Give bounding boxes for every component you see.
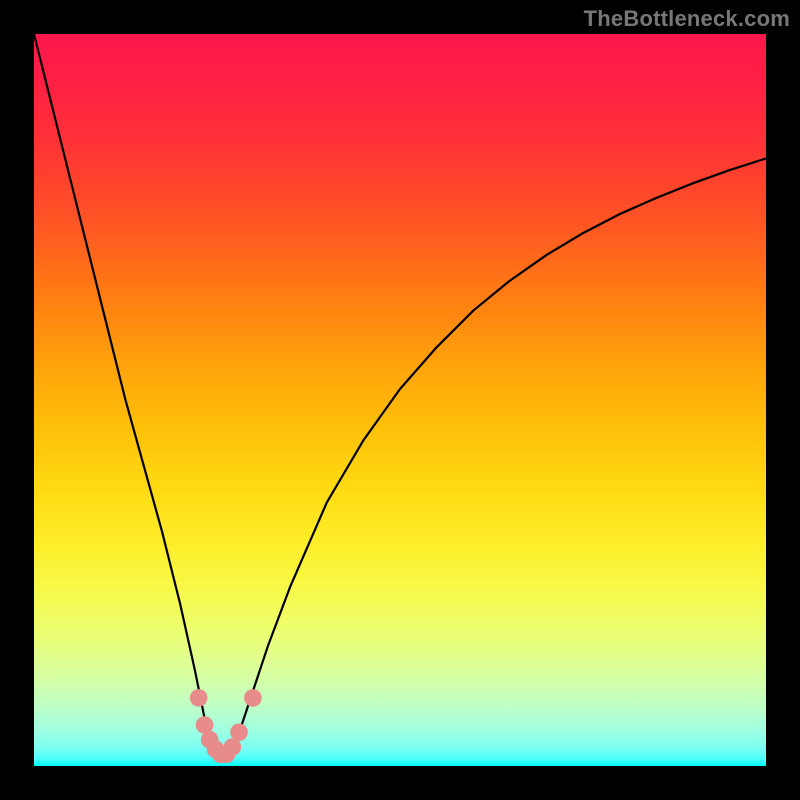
marker-9 bbox=[244, 689, 262, 707]
curve-markers bbox=[190, 689, 262, 763]
curve-svg bbox=[34, 34, 766, 766]
bottleneck-curve bbox=[34, 34, 766, 757]
plot-area bbox=[34, 34, 766, 766]
chart-container: TheBottleneck.com bbox=[0, 0, 800, 800]
marker-8 bbox=[230, 724, 248, 742]
marker-1 bbox=[190, 689, 208, 707]
watermark: TheBottleneck.com bbox=[584, 6, 790, 32]
